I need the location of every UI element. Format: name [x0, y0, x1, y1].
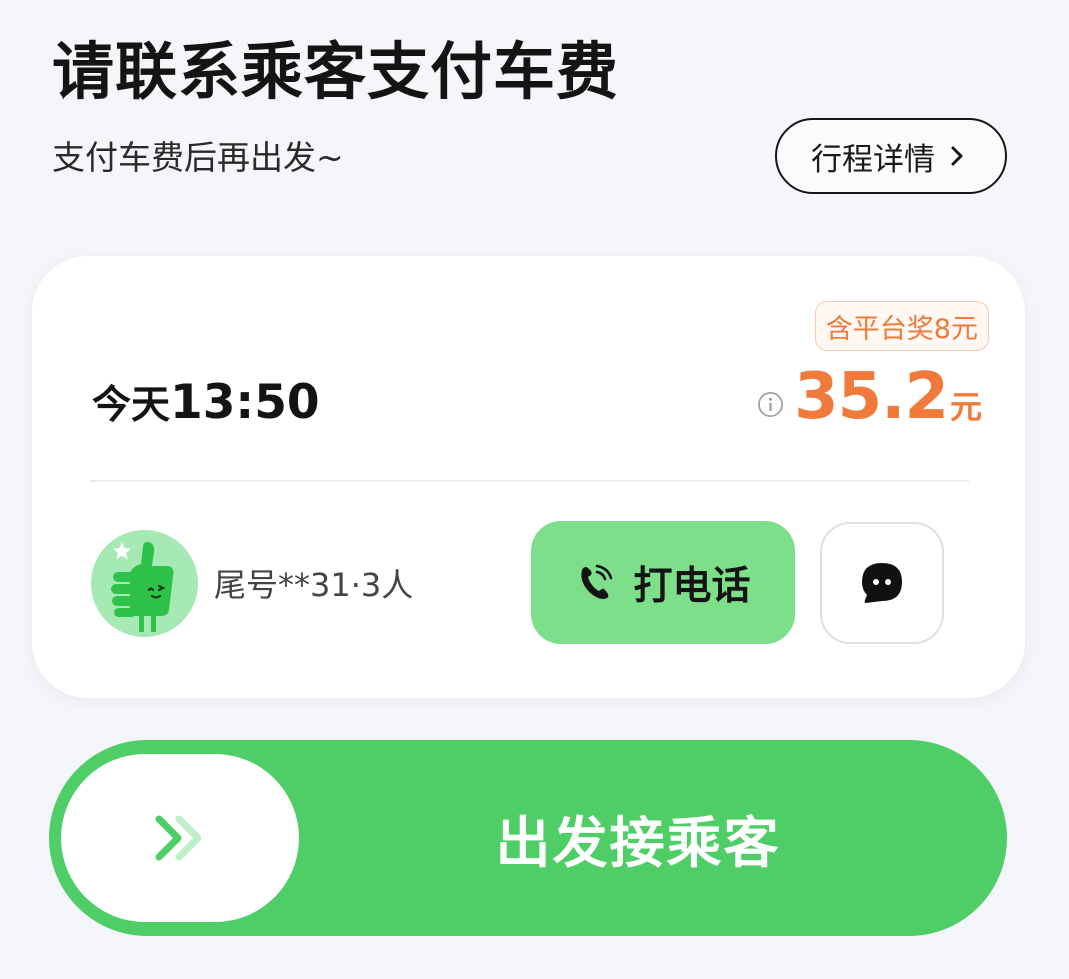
slide-to-depart-bar[interactable]: 出发接乘客 [49, 740, 1007, 936]
fare-display: 35.2 元 [757, 360, 982, 434]
pickup-clock: 13:50 [170, 375, 320, 430]
slide-to-depart-label: 出发接乘客 [495, 811, 781, 875]
info-icon[interactable] [757, 391, 784, 418]
phone-icon [581, 564, 613, 599]
message-passenger-button[interactable] [820, 522, 944, 644]
trip-details-label: 行程详情 [811, 141, 935, 178]
pickup-day: 今天 [92, 383, 171, 428]
divider [90, 480, 969, 482]
page-subtitle: 支付车费后再出发~ [52, 138, 344, 177]
call-button-label: 打电话 [633, 563, 751, 609]
fare-unit: 元 [949, 388, 982, 426]
passenger-info: 尾号**31·3人 [214, 566, 414, 604]
trip-details-button[interactable]: 行程详情 [775, 118, 1007, 194]
chevron-right-icon [951, 146, 963, 166]
platform-bonus-badge: 含平台奖8元 [814, 301, 989, 351]
page-title: 请联系乘客支付车费 [52, 35, 620, 108]
slider-handle[interactable] [61, 754, 299, 922]
pickup-time: 今天 13:50 [92, 374, 320, 430]
order-card: 含平台奖8元 今天 13:50 35.2 元 尾号**31·3人 打电话 [32, 256, 1025, 698]
chat-bubble-icon [862, 563, 902, 603]
avatar [91, 530, 198, 637]
thumbs-up-avatar-icon [91, 530, 198, 637]
double-chevron-right-icon [155, 815, 202, 861]
call-passenger-button[interactable]: 打电话 [531, 521, 795, 644]
fare-amount: 35.2 [794, 360, 949, 434]
